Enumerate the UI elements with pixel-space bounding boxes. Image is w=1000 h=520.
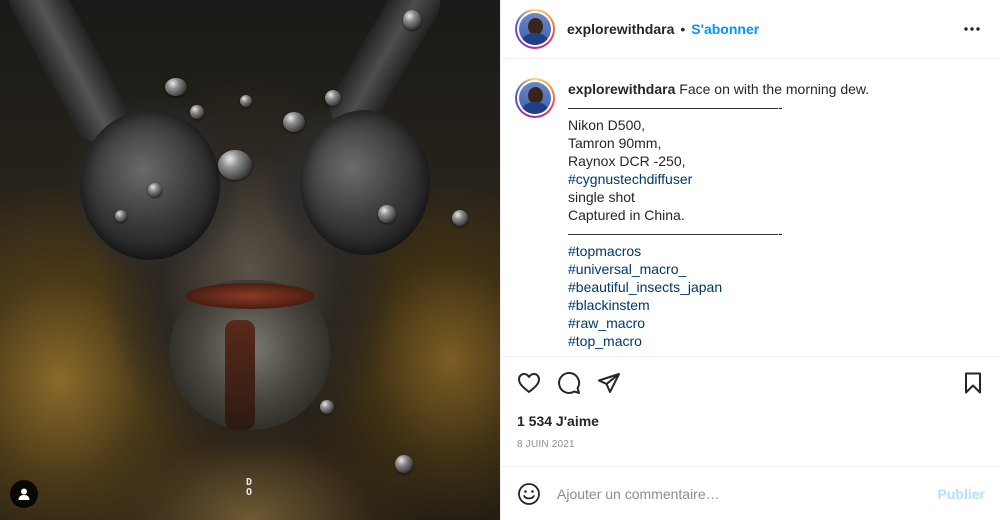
caption-line: Nikon D500, [568, 117, 646, 133]
dew-drop [283, 112, 305, 132]
dew-drop [218, 150, 252, 180]
post-photo[interactable]: DO [0, 0, 500, 520]
dew-drop [320, 400, 334, 414]
photo-watermark: DO [245, 477, 253, 498]
caption-line: ———————————————- [568, 225, 783, 241]
paper-plane-icon[interactable] [597, 371, 621, 395]
action-icons [517, 371, 637, 395]
follow-button[interactable]: S'abonner [691, 21, 759, 37]
post-header: explorewithdara • S'abonner [501, 0, 1000, 59]
post-date[interactable]: 8 JUIN 2021 [517, 439, 575, 450]
bookmark-icon[interactable] [961, 371, 985, 395]
avatar-image [519, 82, 551, 114]
beetle-labrum [185, 283, 315, 309]
caption-line: single shot [568, 189, 635, 205]
dew-drop [115, 210, 127, 222]
comment-icon[interactable] [557, 371, 581, 395]
avatar[interactable] [515, 9, 555, 49]
caption-username-link[interactable]: explorewithdara [568, 81, 675, 97]
caption-row: explorewithdara Face on with the morning… [515, 78, 985, 350]
more-options-icon[interactable] [963, 20, 981, 38]
dew-drop [240, 95, 252, 107]
likes-count[interactable]: 1 534 J'aime [517, 413, 599, 429]
dew-drop [395, 455, 413, 473]
dew-drop [148, 183, 162, 197]
dew-drop [325, 90, 341, 106]
beetle-mandible [225, 320, 255, 430]
hashtag-link[interactable]: #topmacros [568, 242, 869, 260]
dew-drop [378, 205, 396, 223]
hashtag-link[interactable]: #beautiful_insects_japan [568, 278, 869, 296]
caption-line: Raynox DCR -250, [568, 153, 686, 169]
comment-input[interactable] [557, 485, 917, 502]
caption-line: Tamron 90mm, [568, 135, 662, 151]
hashtag-link[interactable]: #raw_macro [568, 314, 869, 332]
caption-line: ———————————————- [568, 99, 783, 115]
publish-button[interactable]: Publier [938, 486, 985, 502]
avatar-image [519, 13, 551, 45]
header-separator: • [680, 21, 686, 37]
hashtag-link[interactable]: #blackinstem [568, 296, 869, 314]
user-tag-icon[interactable] [10, 480, 38, 508]
actions-bar: 1 534 J'aime 8 JUIN 2021 [501, 356, 1000, 466]
beetle-eye-right [300, 110, 430, 255]
caption-first-line: explorewithdara Face on with the morning… [568, 80, 869, 98]
caption-line: Face on with the morning dew. [679, 81, 870, 97]
caption-avatar[interactable] [515, 78, 555, 118]
emoji-icon[interactable] [517, 482, 541, 506]
caption-text: explorewithdara Face on with the morning… [568, 80, 869, 350]
comment-bar: Publier [501, 466, 1000, 520]
header-username-link[interactable]: explorewithdara [567, 21, 674, 37]
heart-icon[interactable] [517, 371, 541, 395]
caption-line: Captured in China. [568, 207, 685, 223]
hashtag-link[interactable]: #cygnustechdiffuser [568, 170, 869, 188]
caption-area[interactable]: explorewithdara Face on with the morning… [501, 60, 1000, 356]
dew-drop [165, 78, 187, 96]
hashtag-link[interactable]: #top_macro [568, 332, 869, 350]
dew-drop [190, 105, 204, 119]
dew-drop [403, 10, 421, 30]
dew-drop [452, 210, 468, 226]
hashtag-link[interactable]: #universal_macro_ [568, 260, 869, 278]
post-side-panel: explorewithdara • S'abonner explorewithd… [500, 0, 1000, 520]
